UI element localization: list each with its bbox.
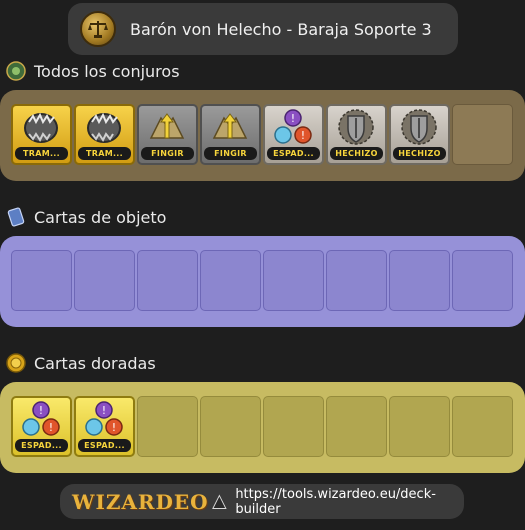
card-label: ESPAD...: [267, 147, 320, 160]
item-empty-slot[interactable]: [137, 250, 198, 311]
card-label: FINGIR: [204, 147, 257, 160]
card-label: FINGIR: [141, 147, 194, 160]
gold-empty-slot[interactable]: [389, 396, 450, 457]
svg-text:!: !: [102, 404, 106, 417]
spell-empty-slot[interactable]: [452, 104, 513, 165]
item-empty-slot[interactable]: [200, 250, 261, 311]
item-card-icon: [7, 207, 25, 227]
spell-card[interactable]: HECHIZO: [326, 104, 387, 165]
wizardeo-logo[interactable]: WIZARDEO: [72, 490, 209, 514]
item-empty-slot[interactable]: [326, 250, 387, 311]
svg-text:!: !: [49, 421, 53, 434]
svg-text:!: !: [39, 404, 43, 417]
card-label: TRAM...: [15, 147, 68, 160]
gold-empty-slot[interactable]: [137, 396, 198, 457]
gold-card[interactable]: !! ESPAD...: [11, 396, 72, 457]
spell-card[interactable]: FINGIR: [137, 104, 198, 165]
spells-deck-panel: TRAM... TRAM... FINGIR FINGIR!! ESPAD... HECH…: [0, 90, 525, 181]
item-empty-slot[interactable]: [452, 250, 513, 311]
footer-url-link[interactable]: https://tools.wizardeo.eu/deck-builder: [235, 487, 464, 517]
gold-coin-icon: [6, 353, 26, 373]
item-empty-slot[interactable]: [11, 250, 72, 311]
deck-title: Barón von Helecho - Baraja Soporte 3: [130, 19, 432, 39]
card-label: HECHIZO: [330, 147, 383, 160]
svg-text:!: !: [112, 421, 116, 434]
gold-empty-slot[interactable]: [263, 396, 324, 457]
spell-card[interactable]: !! ESPAD...: [263, 104, 324, 165]
gold-empty-slot[interactable]: [200, 396, 261, 457]
card-label: ESPAD...: [15, 439, 68, 452]
item-empty-slot[interactable]: [74, 250, 135, 311]
deck-title-bar: Barón von Helecho - Baraja Soporte 3: [68, 3, 458, 55]
gold-empty-slot[interactable]: [326, 396, 387, 457]
card-label: TRAM...: [78, 147, 131, 160]
spell-card[interactable]: HECHIZO: [389, 104, 450, 165]
svg-text:!: !: [291, 112, 295, 125]
card-label: HECHIZO: [393, 147, 446, 160]
gold-section-header: Cartas doradas: [6, 352, 156, 374]
spell-card[interactable]: TRAM...: [74, 104, 135, 165]
gold-card[interactable]: !! ESPAD...: [74, 396, 135, 457]
card-label: ESPAD...: [78, 439, 131, 452]
footer-bar: WIZARDEO https://tools.wizardeo.eu/deck-…: [60, 484, 464, 519]
gold-section-title: Cartas doradas: [34, 353, 156, 373]
wizard-hat-icon: [211, 493, 227, 509]
svg-text:!: !: [301, 129, 305, 142]
items-section-header: Cartas de objeto: [6, 206, 166, 228]
items-deck-panel: [0, 236, 525, 327]
item-empty-slot[interactable]: [389, 250, 450, 311]
gold-deck-panel: !! ESPAD...!! ESPAD...: [0, 382, 525, 473]
item-empty-slot[interactable]: [263, 250, 324, 311]
balance-school-icon: [80, 11, 116, 47]
gold-empty-slot[interactable]: [452, 396, 513, 457]
items-section-title: Cartas de objeto: [34, 207, 167, 227]
spell-card[interactable]: TRAM...: [11, 104, 72, 165]
spells-section-title: Todos los conjuros: [34, 61, 180, 81]
spell-card[interactable]: FINGIR: [200, 104, 261, 165]
spellbook-icon: [6, 61, 26, 81]
spells-section-header: Todos los conjuros: [6, 60, 180, 82]
